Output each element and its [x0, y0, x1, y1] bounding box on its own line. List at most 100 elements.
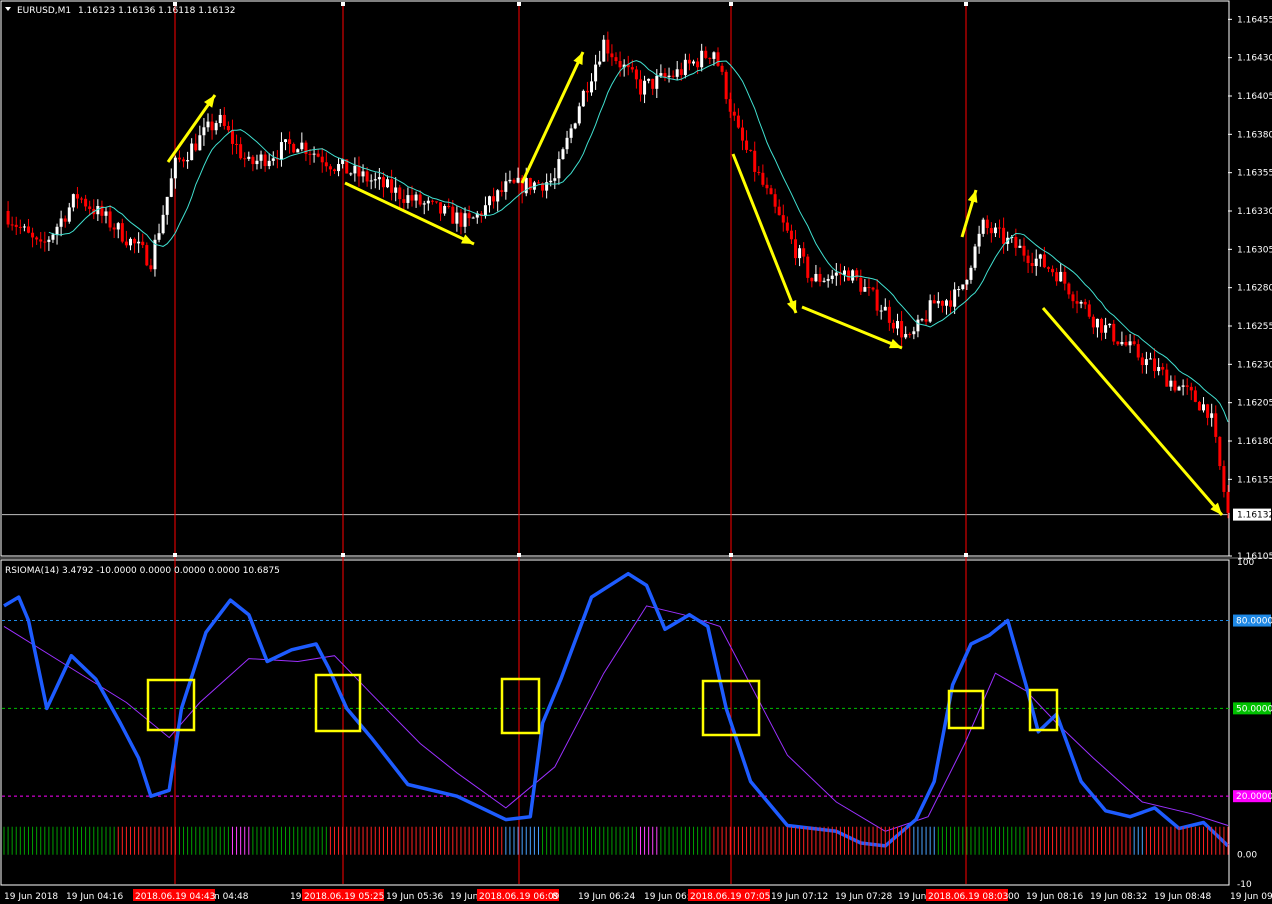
candle-body[interactable]	[1177, 386, 1181, 391]
candle-body[interactable]	[1075, 301, 1079, 304]
candle-body[interactable]	[1193, 390, 1197, 402]
candle-body[interactable]	[953, 289, 957, 307]
candle-body[interactable]	[312, 153, 316, 155]
candle-body[interactable]	[483, 205, 487, 217]
candles[interactable]	[6, 31, 1230, 519]
candle-body[interactable]	[251, 156, 255, 165]
candle-body[interactable]	[284, 139, 288, 143]
candle-body[interactable]	[230, 130, 234, 144]
candle-body[interactable]	[818, 273, 822, 282]
candle-body[interactable]	[1104, 325, 1108, 333]
candle-body[interactable]	[1022, 245, 1026, 256]
candle-body[interactable]	[769, 188, 773, 195]
candle-body[interactable]	[349, 173, 353, 175]
signal-box[interactable]	[314, 673, 362, 733]
candle-body[interactable]	[871, 287, 875, 290]
marker-handle[interactable]	[729, 2, 733, 6]
candle-body[interactable]	[422, 203, 426, 205]
candle-body[interactable]	[177, 157, 181, 160]
candle-body[interactable]	[977, 233, 981, 247]
candle-body[interactable]	[969, 267, 973, 280]
candle-body[interactable]	[271, 158, 275, 161]
candle-body[interactable]	[71, 194, 75, 208]
candle-body[interactable]	[716, 52, 720, 66]
candle-body[interactable]	[1173, 380, 1177, 391]
marker-handle[interactable]	[964, 553, 968, 557]
candle-body[interactable]	[806, 256, 810, 278]
candle-body[interactable]	[957, 289, 961, 291]
candle-body[interactable]	[879, 310, 883, 312]
candle-body[interactable]	[585, 90, 589, 93]
candle-body[interactable]	[149, 265, 153, 270]
candle-body[interactable]	[651, 78, 655, 89]
candle-body[interactable]	[720, 65, 724, 72]
candle-body[interactable]	[940, 300, 944, 306]
candle-body[interactable]	[638, 79, 642, 95]
candle-body[interactable]	[75, 194, 79, 199]
candle-body[interactable]	[965, 279, 969, 285]
candle-body[interactable]	[961, 284, 965, 290]
candle-body[interactable]	[581, 90, 585, 107]
candle-body[interactable]	[826, 278, 830, 281]
candle-body[interactable]	[1116, 341, 1120, 345]
candle-body[interactable]	[434, 201, 438, 203]
candle-body[interactable]	[753, 150, 757, 172]
candle-body[interactable]	[353, 165, 357, 174]
candle-body[interactable]	[736, 115, 740, 128]
candle-body[interactable]	[842, 270, 846, 275]
candle-body[interactable]	[18, 226, 22, 228]
trend-arrow-line[interactable]	[1041, 307, 1224, 516]
candle-body[interactable]	[43, 241, 47, 243]
candle-body[interactable]	[1034, 258, 1038, 266]
candle-body[interactable]	[414, 194, 418, 201]
candle-body[interactable]	[104, 211, 108, 216]
candle-body[interactable]	[863, 287, 867, 292]
candle-body[interactable]	[949, 300, 953, 307]
candle-body[interactable]	[924, 319, 928, 322]
candle-body[interactable]	[745, 140, 749, 150]
candle-body[interactable]	[630, 67, 634, 70]
candle-body[interactable]	[263, 154, 267, 167]
candle-body[interactable]	[1169, 380, 1173, 387]
candle-body[interactable]	[757, 171, 761, 173]
candle-body[interactable]	[773, 194, 777, 207]
candle-body[interactable]	[381, 177, 385, 188]
trend-arrow-line[interactable]	[731, 153, 798, 314]
marker-handle[interactable]	[517, 553, 521, 557]
candle-body[interactable]	[1091, 316, 1095, 328]
candle-body[interactable]	[1046, 267, 1050, 269]
candle-body[interactable]	[920, 319, 924, 321]
candle-body[interactable]	[765, 184, 769, 189]
candle-body[interactable]	[794, 239, 798, 259]
candle-body[interactable]	[834, 272, 838, 276]
candle-body[interactable]	[214, 123, 218, 131]
candle-body[interactable]	[916, 319, 920, 332]
candle-body[interactable]	[789, 230, 793, 240]
trading-chart[interactable]: 1.16455 1.16430 1.16405 1.16380 1.16355 1.163…	[0, 0, 1272, 904]
candle-body[interactable]	[875, 289, 879, 311]
candle-body[interactable]	[683, 59, 687, 75]
candle-body[interactable]	[830, 275, 834, 279]
candle-body[interactable]	[932, 300, 936, 304]
candle-body[interactable]	[173, 157, 177, 179]
candle-body[interactable]	[324, 162, 328, 167]
candle-body[interactable]	[728, 99, 732, 112]
candle-body[interactable]	[1018, 245, 1022, 248]
candle-body[interactable]	[492, 196, 496, 202]
candle-body[interactable]	[332, 169, 336, 172]
candle-body[interactable]	[1071, 294, 1075, 302]
candle-body[interactable]	[402, 199, 406, 203]
candle-body[interactable]	[1026, 255, 1030, 264]
candle-body[interactable]	[900, 321, 904, 338]
candle-body[interactable]	[704, 50, 708, 58]
candle-body[interactable]	[1181, 385, 1185, 387]
candle-body[interactable]	[377, 177, 381, 180]
candle-body[interactable]	[708, 57, 712, 59]
candle-body[interactable]	[292, 143, 296, 153]
candle-body[interactable]	[6, 211, 10, 225]
candle-body[interactable]	[573, 123, 577, 129]
candle-body[interactable]	[618, 61, 622, 68]
candle-body[interactable]	[296, 149, 300, 153]
candle-body[interactable]	[594, 64, 598, 82]
trend-arrow-head[interactable]	[967, 190, 978, 203]
